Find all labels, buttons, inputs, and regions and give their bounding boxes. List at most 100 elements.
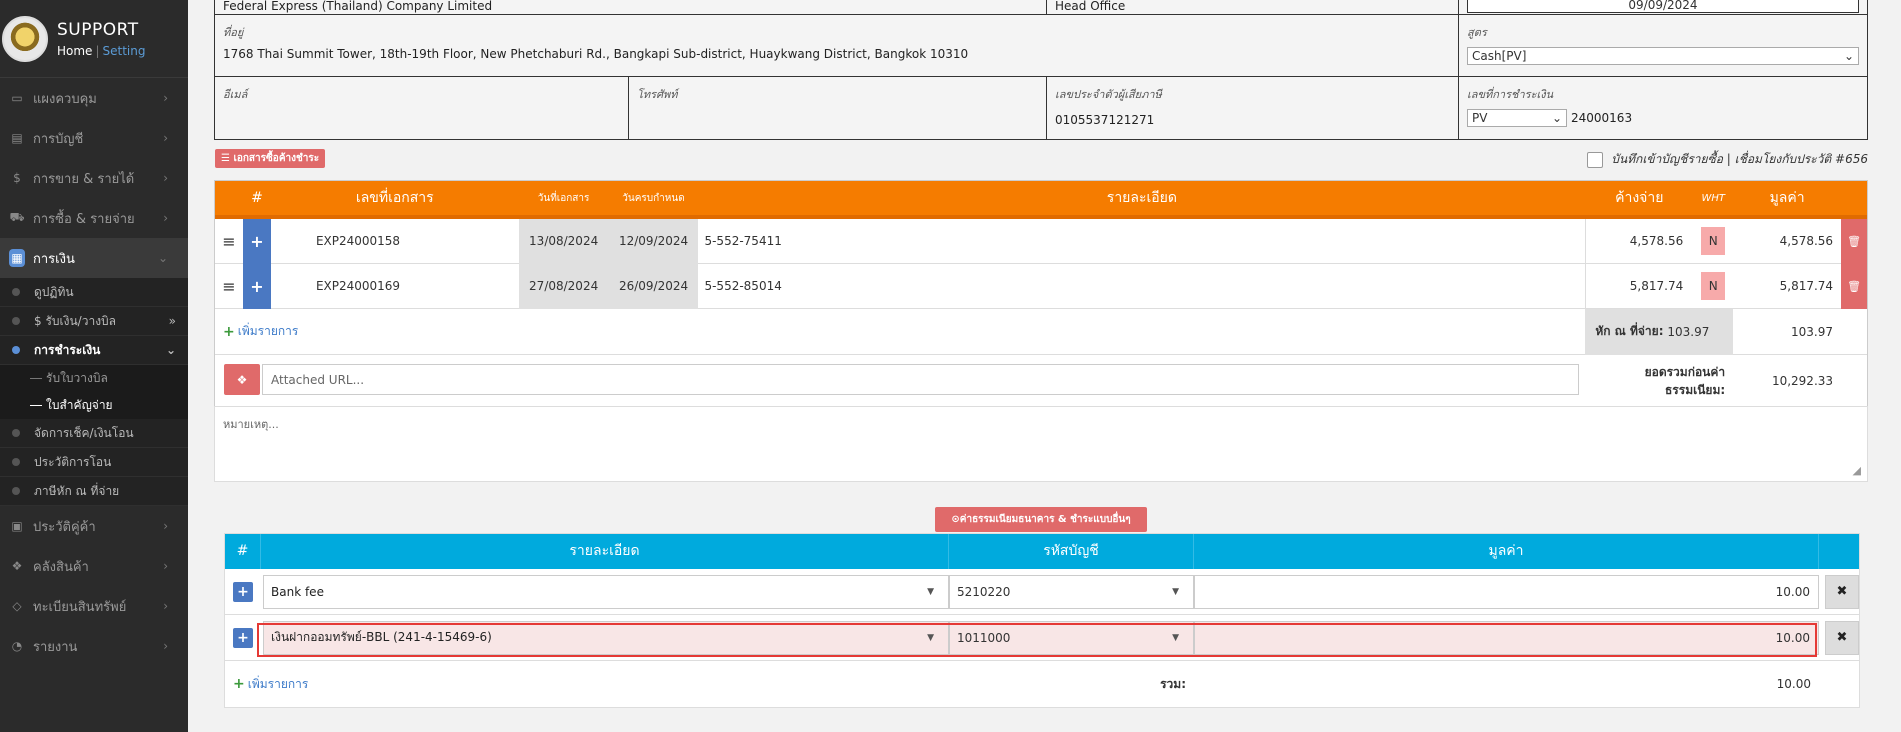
sidebar-item-dashboard[interactable]: ▭ แผงควบคุม › (0, 78, 188, 118)
email-label: อีเมล์ (223, 88, 248, 101)
fee-account-value: 1011000 (957, 630, 1011, 645)
plus-icon: + (233, 676, 245, 692)
add-fee-row-link[interactable]: + เพิ่มรายการ (233, 675, 949, 694)
chevron-down-icon: ⌄ (157, 251, 168, 265)
drag-handle-icon[interactable]: ≡ (215, 232, 243, 251)
phone-label: โทรศัพท์ (637, 88, 678, 101)
col-docdate: วันที่เอกสาร (537, 192, 590, 204)
sidebar-item-inventory[interactable]: ❖ คลังสินค้า › (0, 546, 188, 586)
expand-row-button[interactable]: + (242, 263, 271, 309)
expand-fee-button[interactable]: + (233, 581, 253, 602)
row-value[interactable]: 4,578.56 (1733, 234, 1841, 248)
note-textarea[interactable]: หมายเหตุ... ◢ (214, 406, 1868, 482)
bank-fee-label: ค่าธรรมเนียมธนาคาร & ชำระแบบอื่นๆ (959, 514, 1131, 525)
chevron-down-icon: ⌄ (1843, 49, 1854, 63)
caret-down-icon: ▼ (927, 632, 934, 643)
chevron-circle-down-icon: ⊙ (951, 514, 960, 525)
sidebar-subitem-receive[interactable]: $ รับเงิน/วางบิล » (0, 307, 188, 336)
fee-col-account: รหัสบัญชี (949, 534, 1194, 569)
sidebar-item-contacts[interactable]: ▣ ประวัติคู่ค้า › (0, 506, 188, 546)
sidebar-subitem-label: ประวัติการโอน (34, 454, 112, 469)
doc-detail: 5-552-85014 (704, 279, 782, 293)
fee-detail-select[interactable]: Bank fee ▼ (263, 574, 949, 609)
sidebar-subitem-wht[interactable]: ภาษีหัก ณ ที่จ่าย (0, 477, 188, 506)
resize-handle-icon[interactable]: ◢ (1853, 464, 1861, 477)
sidebar-subitem-payment[interactable]: การชำระเงิน ⌄ (0, 336, 188, 365)
expand-fee-button[interactable]: + (233, 627, 253, 648)
sidebar-item-reports[interactable]: ◔ รายงาน › (0, 626, 188, 666)
home-link[interactable]: Home (57, 44, 92, 58)
sidebar-item-accounting[interactable]: ▤ การบัญชี › (0, 118, 188, 158)
due-date: 12/09/2024 (608, 218, 699, 264)
list-icon: ☰ (221, 153, 234, 164)
drag-handle-icon[interactable]: ≡ (215, 277, 243, 296)
sidebar-subitem-calendar[interactable]: ดูปฏิทิน (0, 278, 188, 307)
sidebar-item-purchase[interactable]: ⛟ การซื้อ & รายจ่าย › (0, 198, 188, 238)
trash-icon[interactable]: 🗑 (1841, 218, 1868, 264)
fee-detail-select[interactable]: เงินฝากออมทรัพย์-BBL (241-4-15469-6) ▼ (263, 620, 949, 655)
subtotal-label-line2: ธรรมเนียม: (1664, 383, 1726, 397)
attached-url-input[interactable]: Attached URL... (262, 364, 1579, 395)
payno-prefix: PV (1472, 111, 1488, 125)
setting-link[interactable]: Setting (102, 44, 145, 58)
report-icon: ◔ (11, 639, 23, 653)
sidebar-item-assets[interactable]: ◇ ทะเบียนสินทรัพย์ › (0, 586, 188, 626)
sidebar-subsubitem-label: ใบสำคัญจ่าย (46, 398, 113, 412)
boxes-icon: ❖ (11, 559, 23, 573)
sidebar-item-label: การบัญชี (33, 131, 84, 147)
sidebar-subitem-transfer-history[interactable]: ประวัติการโอน (0, 448, 188, 477)
add-doc-row-link[interactable]: + เพิ่มรายการ (223, 322, 1585, 341)
sidebar-item-label: การเงิน (33, 251, 75, 267)
doc-number[interactable]: EXP24000158 (271, 234, 519, 248)
sidebar-subsubitem-label: รับใบวางบิล (46, 371, 108, 385)
sidebar-item-sales[interactable]: $ การขาย & รายได้ › (0, 158, 188, 198)
date-cell: 09/09/2024 (1459, 0, 1867, 14)
sidebar-item-label: รายงาน (33, 639, 78, 655)
sidebar-subitem-cheque[interactable]: จัดการเช็ค/เงินโอน (0, 419, 188, 448)
payno-prefix-select[interactable]: PV ⌄ (1467, 109, 1567, 127)
subtotal-label-line1: ยอดรวมก่อนค่า (1644, 365, 1726, 379)
row-value[interactable]: 5,817.74 (1733, 279, 1841, 293)
close-icon[interactable]: ✖ (1825, 574, 1859, 609)
fee-account-select[interactable]: 5210220 ▼ (949, 574, 1194, 609)
sidebar-subsubitem-billing[interactable]: รับใบวางบิล (0, 365, 188, 392)
tax-id: 0105537121271 (1055, 113, 1155, 127)
record-checkbox[interactable] (1587, 151, 1604, 168)
dash-icon (30, 378, 42, 379)
expand-row-button[interactable]: + (242, 218, 271, 264)
doc-number[interactable]: EXP24000169 (271, 279, 519, 293)
fee-value-input[interactable]: 10.00 (1194, 574, 1819, 609)
fee-total-value: 10.00 (1776, 677, 1811, 691)
formula-select[interactable]: Cash[PV] ⌄ (1467, 47, 1859, 65)
sidebar-item-finance[interactable]: ▦ การเงิน ⌄ (0, 238, 188, 278)
payment-submenu: รับใบวางบิล ใบสำคัญจ่าย (0, 365, 188, 419)
branch-cell: Head Office (1047, 0, 1459, 14)
ledger-icon: ▤ (11, 131, 23, 145)
fee-value-input[interactable]: 10.00 (1194, 620, 1819, 655)
bank-fee-button[interactable]: ⊙ ค่าธรรมเนียมธนาคาร & ชำระแบบอื่นๆ (935, 507, 1147, 532)
close-icon[interactable]: ✖ (1825, 620, 1859, 655)
sidebar-subitem-label: จัดการเช็ค/เงินโอน (34, 425, 134, 440)
wht-toggle[interactable]: N (1701, 227, 1726, 255)
outstanding-docs-button[interactable]: ☰ เอกสารซื้อค้างชำระ (215, 149, 326, 168)
diamond-icon: ◇ (12, 599, 22, 613)
record-option: บันทึกเข้าบัญชีรายซื้อ | เชื่อมโยงกับประ… (1587, 150, 1868, 169)
date-input[interactable]: 09/09/2024 (1467, 0, 1859, 13)
payno-cell: เลขที่การชำระเงิน PV ⌄ 24000163 (1459, 77, 1867, 139)
dropbox-icon[interactable]: ❖ (224, 364, 260, 395)
trash-icon[interactable]: 🗑 (1841, 263, 1868, 309)
attached-url-group: ❖ Attached URL... (224, 364, 1579, 395)
due-date: 26/09/2024 (608, 263, 699, 309)
add-fee-row-label: เพิ่มรายการ (247, 676, 309, 691)
caret-down-icon: ▼ (927, 586, 934, 597)
brand-title: SUPPORT (57, 19, 139, 40)
sidebar: SUPPORT Home | Setting ▭ แผงควบคุม › ▤ การ… (0, 0, 188, 732)
fee-col-num: # (225, 534, 261, 569)
sidebar-subsubitem-voucher[interactable]: ใบสำคัญจ่าย (0, 392, 188, 419)
chevron-right-icon: › (163, 639, 168, 653)
wht-toggle[interactable]: N (1701, 272, 1726, 300)
col-value: มูลค่า (1769, 190, 1805, 206)
email-cell: อีเมล์ (215, 77, 629, 139)
fee-account-select[interactable]: 1011000 ▼ (949, 620, 1194, 655)
fee-col-value: มูลค่า (1194, 534, 1819, 569)
